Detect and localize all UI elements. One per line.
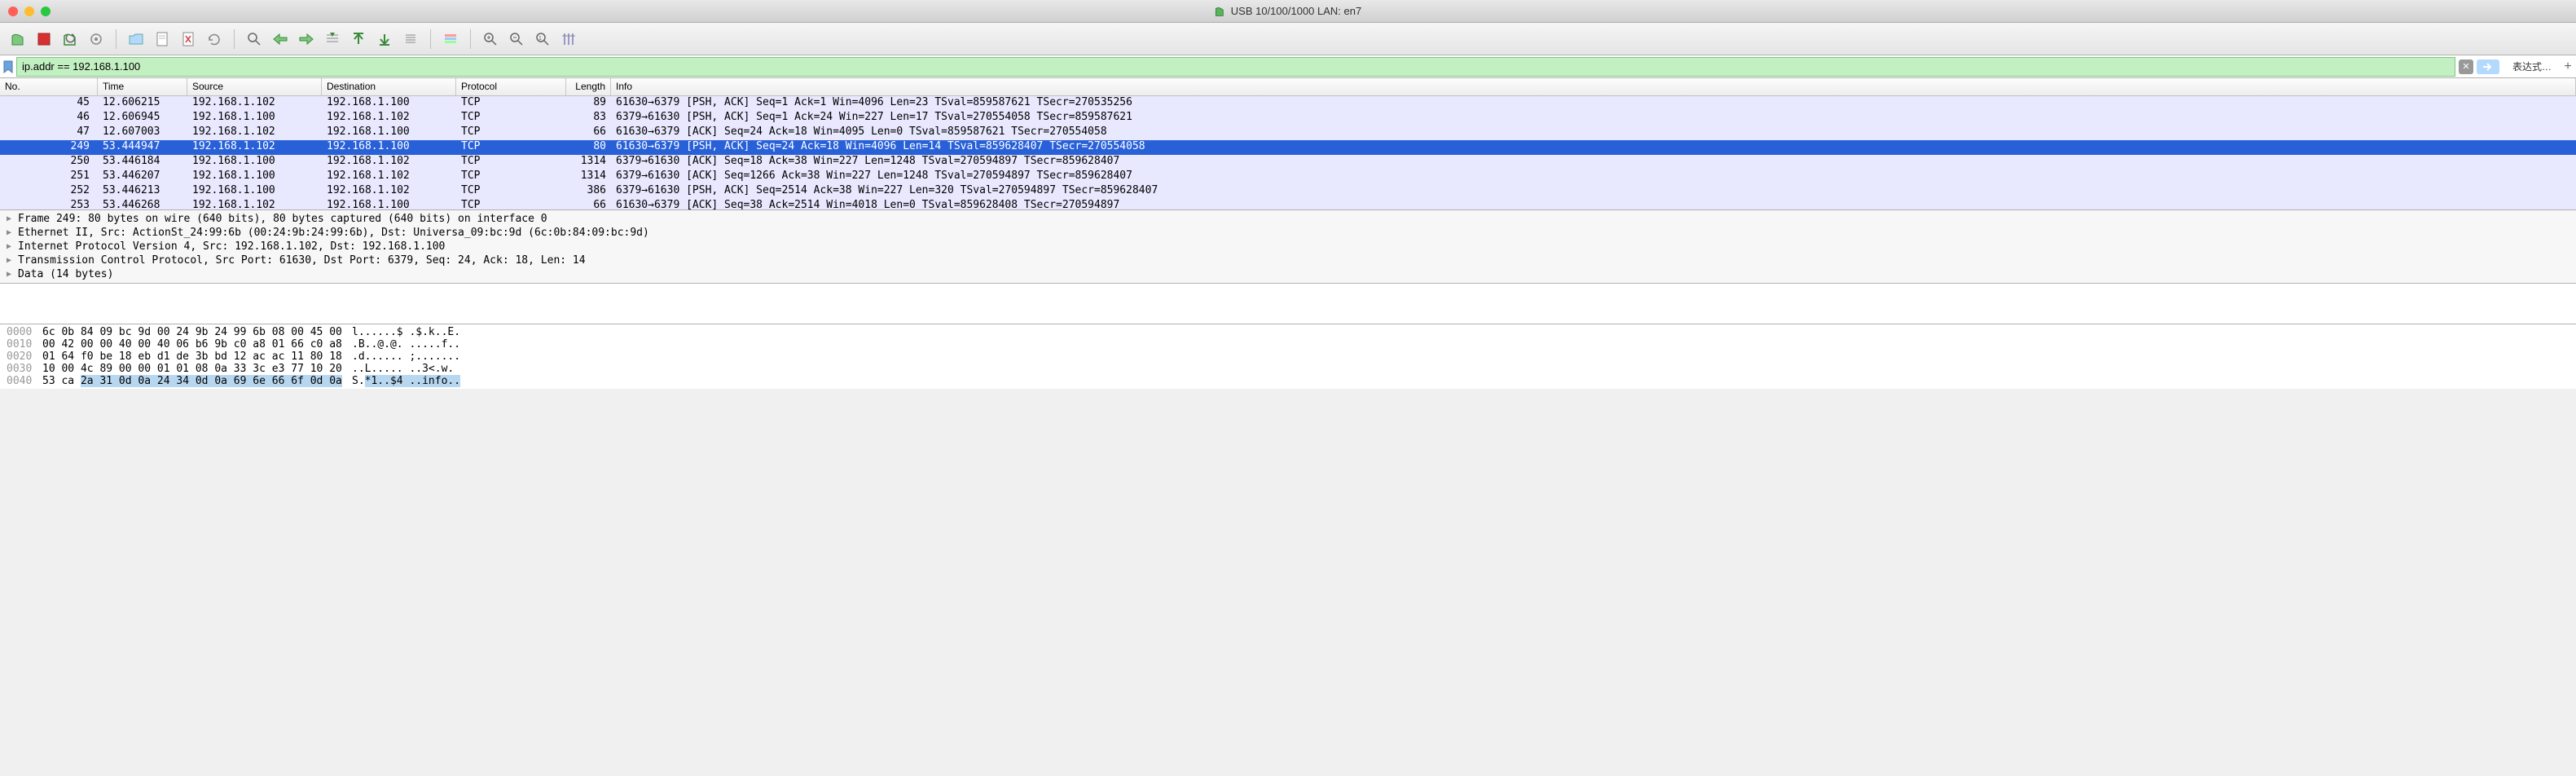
open-file-button[interactable]: [125, 28, 147, 51]
close-window-button[interactable]: [8, 7, 18, 16]
window-title-text: USB 10/100/1000 LAN: en7: [1231, 5, 1361, 17]
restart-capture-button[interactable]: [59, 28, 81, 51]
packet-row[interactable]: 4712.607003192.168.1.102192.168.1.100TCP…: [0, 126, 2576, 140]
expand-icon: ▶: [7, 256, 15, 265]
filter-apply-button[interactable]: [2477, 60, 2499, 74]
filter-expression-button[interactable]: 表达式…: [2504, 60, 2560, 73]
packet-row[interactable]: 25353.446268192.168.1.102192.168.1.100TC…: [0, 199, 2576, 210]
window-title: USB 10/100/1000 LAN: en7: [1215, 5, 1361, 17]
packet-row[interactable]: 4512.606215192.168.1.102192.168.1.100TCP…: [0, 96, 2576, 111]
go-last-button[interactable]: [373, 28, 396, 51]
display-filter-input[interactable]: [16, 57, 2455, 77]
col-source[interactable]: Source: [187, 78, 322, 95]
packet-row[interactable]: 24953.444947192.168.1.102192.168.1.100TC…: [0, 140, 2576, 155]
hex-row[interactable]: 004053 ca 2a 31 0d 0a 24 34 0d 0a 69 6e …: [0, 375, 2576, 387]
hex-row[interactable]: 001000 42 00 00 40 00 40 06 b6 9b c0 a8 …: [0, 338, 2576, 351]
toolbar-separator: [470, 29, 471, 49]
reload-button[interactable]: [203, 28, 226, 51]
find-packet-button[interactable]: [243, 28, 266, 51]
close-file-button[interactable]: [177, 28, 200, 51]
start-capture-button[interactable]: [7, 28, 29, 51]
hex-row[interactable]: 002001 64 f0 be 18 eb d1 de 3b bd 12 ac …: [0, 351, 2576, 363]
filter-bar: ✕ 表达式… +: [0, 55, 2576, 78]
filter-bookmark-button[interactable]: [0, 60, 16, 73]
zoom-reset-button[interactable]: 1: [531, 28, 554, 51]
zoom-in-button[interactable]: [479, 28, 502, 51]
packet-row[interactable]: 4612.606945192.168.1.100192.168.1.102TCP…: [0, 111, 2576, 126]
detail-row[interactable]: ▶Frame 249: 80 bytes on wire (640 bits),…: [0, 212, 2576, 226]
packet-bytes[interactable]: 00006c 0b 84 09 bc 9d 00 24 9b 24 99 6b …: [0, 324, 2576, 389]
wireshark-icon: [1215, 6, 1226, 17]
resize-columns-button[interactable]: [557, 28, 580, 51]
colorize-button[interactable]: [439, 28, 462, 51]
detail-row[interactable]: ▶Transmission Control Protocol, Src Port…: [0, 254, 2576, 267]
col-destination[interactable]: Destination: [322, 78, 456, 95]
col-time[interactable]: Time: [98, 78, 187, 95]
svg-text:1: 1: [538, 36, 542, 42]
expand-icon: ▶: [7, 228, 15, 237]
col-info[interactable]: Info: [611, 78, 2576, 95]
toolbar-separator: [234, 29, 235, 49]
detail-row[interactable]: ▶Ethernet II, Src: ActionSt_24:99:6b (00…: [0, 226, 2576, 240]
hex-row[interactable]: 00006c 0b 84 09 bc 9d 00 24 9b 24 99 6b …: [0, 326, 2576, 338]
filter-clear-button[interactable]: ✕: [2459, 60, 2473, 74]
details-blank-area: [0, 284, 2576, 324]
detail-row[interactable]: ▶Internet Protocol Version 4, Src: 192.1…: [0, 240, 2576, 254]
packet-details[interactable]: ▶Frame 249: 80 bytes on wire (640 bits),…: [0, 210, 2576, 284]
titlebar: USB 10/100/1000 LAN: en7: [0, 0, 2576, 23]
go-back-button[interactable]: [269, 28, 292, 51]
packet-row[interactable]: 25053.446184192.168.1.100192.168.1.102TC…: [0, 155, 2576, 170]
save-file-button[interactable]: [151, 28, 174, 51]
expand-icon: ▶: [7, 242, 15, 251]
minimize-window-button[interactable]: [24, 7, 34, 16]
auto-scroll-button[interactable]: [399, 28, 422, 51]
packet-list[interactable]: 4512.606215192.168.1.102192.168.1.100TCP…: [0, 96, 2576, 210]
go-forward-button[interactable]: [295, 28, 318, 51]
go-first-button[interactable]: [347, 28, 370, 51]
col-protocol[interactable]: Protocol: [456, 78, 566, 95]
col-length[interactable]: Length: [566, 78, 611, 95]
expand-icon: ▶: [7, 214, 15, 223]
capture-options-button[interactable]: [85, 28, 108, 51]
main-toolbar: 1: [0, 23, 2576, 55]
packet-row[interactable]: 25253.446213192.168.1.100192.168.1.102TC…: [0, 184, 2576, 199]
window-controls: [0, 7, 51, 16]
hex-row[interactable]: 003010 00 4c 89 00 00 01 01 08 0a 33 3c …: [0, 363, 2576, 375]
zoom-out-button[interactable]: [505, 28, 528, 51]
filter-add-button[interactable]: +: [2560, 60, 2576, 74]
packet-list-header: No. Time Source Destination Protocol Len…: [0, 78, 2576, 96]
expand-icon: ▶: [7, 270, 15, 279]
detail-row[interactable]: ▶Data (14 bytes): [0, 267, 2576, 281]
toolbar-separator: [430, 29, 431, 49]
col-no[interactable]: No.: [0, 78, 98, 95]
go-to-packet-button[interactable]: [321, 28, 344, 51]
stop-capture-button[interactable]: [33, 28, 55, 51]
packet-row[interactable]: 25153.446207192.168.1.100192.168.1.102TC…: [0, 170, 2576, 184]
zoom-window-button[interactable]: [41, 7, 51, 16]
